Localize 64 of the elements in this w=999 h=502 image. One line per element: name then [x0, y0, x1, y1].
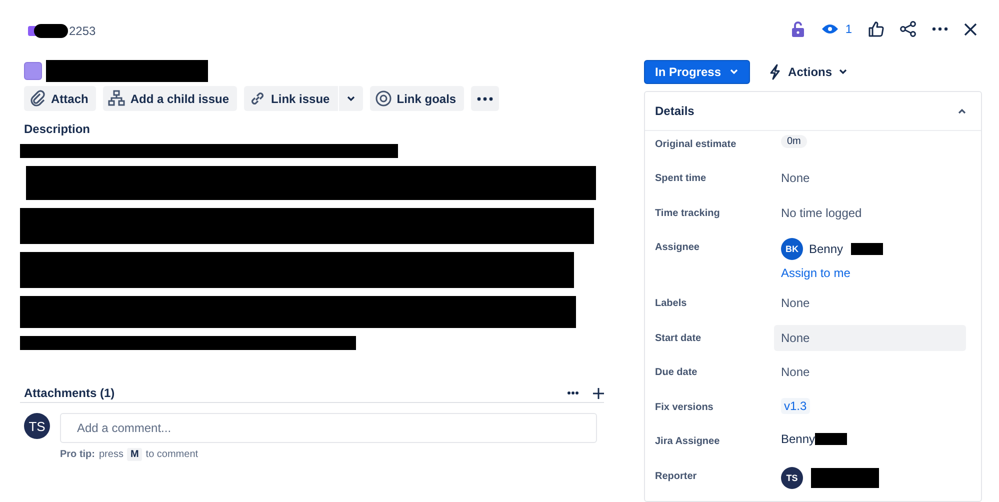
version-tag[interactable]: v1.3	[781, 398, 810, 414]
user-avatar: BK	[781, 238, 803, 260]
field-label: Fix versions	[655, 400, 714, 412]
chevron-down-icon	[729, 68, 740, 74]
redaction-bar	[811, 468, 879, 488]
lightning-icon	[768, 64, 782, 80]
plus-icon[interactable]	[593, 388, 604, 398]
redaction-bar	[851, 243, 884, 255]
field-value[interactable]: None	[781, 294, 966, 312]
issue-type-icon	[24, 62, 42, 80]
redaction-bar	[815, 433, 848, 445]
user-avatar: TS	[781, 466, 803, 488]
hierarchy-icon	[108, 90, 126, 107]
unlocked-padlock-icon[interactable]	[791, 21, 806, 38]
user-name: Benny	[781, 432, 816, 446]
chevron-down-icon	[346, 96, 356, 102]
field-value[interactable]: None	[774, 324, 966, 350]
keyboard-key: M	[127, 448, 142, 461]
comment-field[interactable]: Add a comment...	[60, 413, 597, 443]
field-label: Labels	[655, 297, 688, 309]
actions-button[interactable]: Actions	[764, 64, 852, 80]
eye-icon	[821, 23, 840, 36]
toolbar-button[interactable]: Link issue	[244, 86, 338, 111]
tip-text: to comment	[146, 449, 198, 460]
issue-key[interactable]: 2253	[69, 24, 96, 38]
more-button[interactable]	[471, 86, 500, 111]
more-icon[interactable]	[932, 27, 948, 32]
section-heading: Description	[23, 122, 92, 136]
target-icon	[374, 90, 392, 107]
more-icon	[477, 96, 494, 100]
toolbar-button[interactable]: Add a child issue	[103, 86, 238, 111]
toolbar-button[interactable]: Link goals	[370, 86, 464, 111]
user-name: Benny	[809, 242, 844, 256]
link-icon	[249, 90, 266, 107]
tip-label: Pro tip:	[60, 449, 95, 460]
tip-text: press	[99, 449, 124, 460]
estimate-badge[interactable]: 0m	[781, 134, 807, 148]
redaction-mark	[34, 24, 68, 38]
field-label: Assignee	[655, 241, 700, 253]
toolbar-button[interactable]: Attach	[24, 86, 96, 111]
field-label: Reporter	[655, 470, 698, 482]
section-heading: Attachments (1)	[24, 386, 115, 400]
field-value[interactable]: No time logged	[781, 204, 966, 222]
field-label: Spent time	[655, 172, 708, 184]
panel-title: Details	[655, 104, 694, 118]
field-value[interactable]: None	[781, 363, 966, 381]
field-value[interactable]: None	[781, 169, 966, 187]
close-icon[interactable]	[964, 22, 977, 36]
field-label: Time tracking	[655, 206, 721, 218]
status-button[interactable]: In Progress	[644, 60, 750, 84]
dropdown-button[interactable]	[338, 86, 363, 111]
field-label: Due date	[655, 366, 698, 378]
more-icon[interactable]	[567, 391, 579, 395]
share-icon[interactable]	[900, 21, 916, 38]
thumbs-up-icon[interactable]	[868, 21, 884, 38]
field-label: Jira Assignee	[655, 435, 721, 447]
chevron-up-icon[interactable]	[957, 108, 967, 114]
user-avatar: TS	[24, 413, 50, 439]
chevron-down-icon	[838, 68, 848, 74]
paperclip-icon	[29, 90, 46, 107]
watch-button[interactable]: 1	[821, 22, 852, 36]
field-label: Original estimate	[655, 138, 738, 150]
assign-link[interactable]: Assign to me	[781, 266, 966, 280]
field-label: Start date	[655, 332, 702, 344]
